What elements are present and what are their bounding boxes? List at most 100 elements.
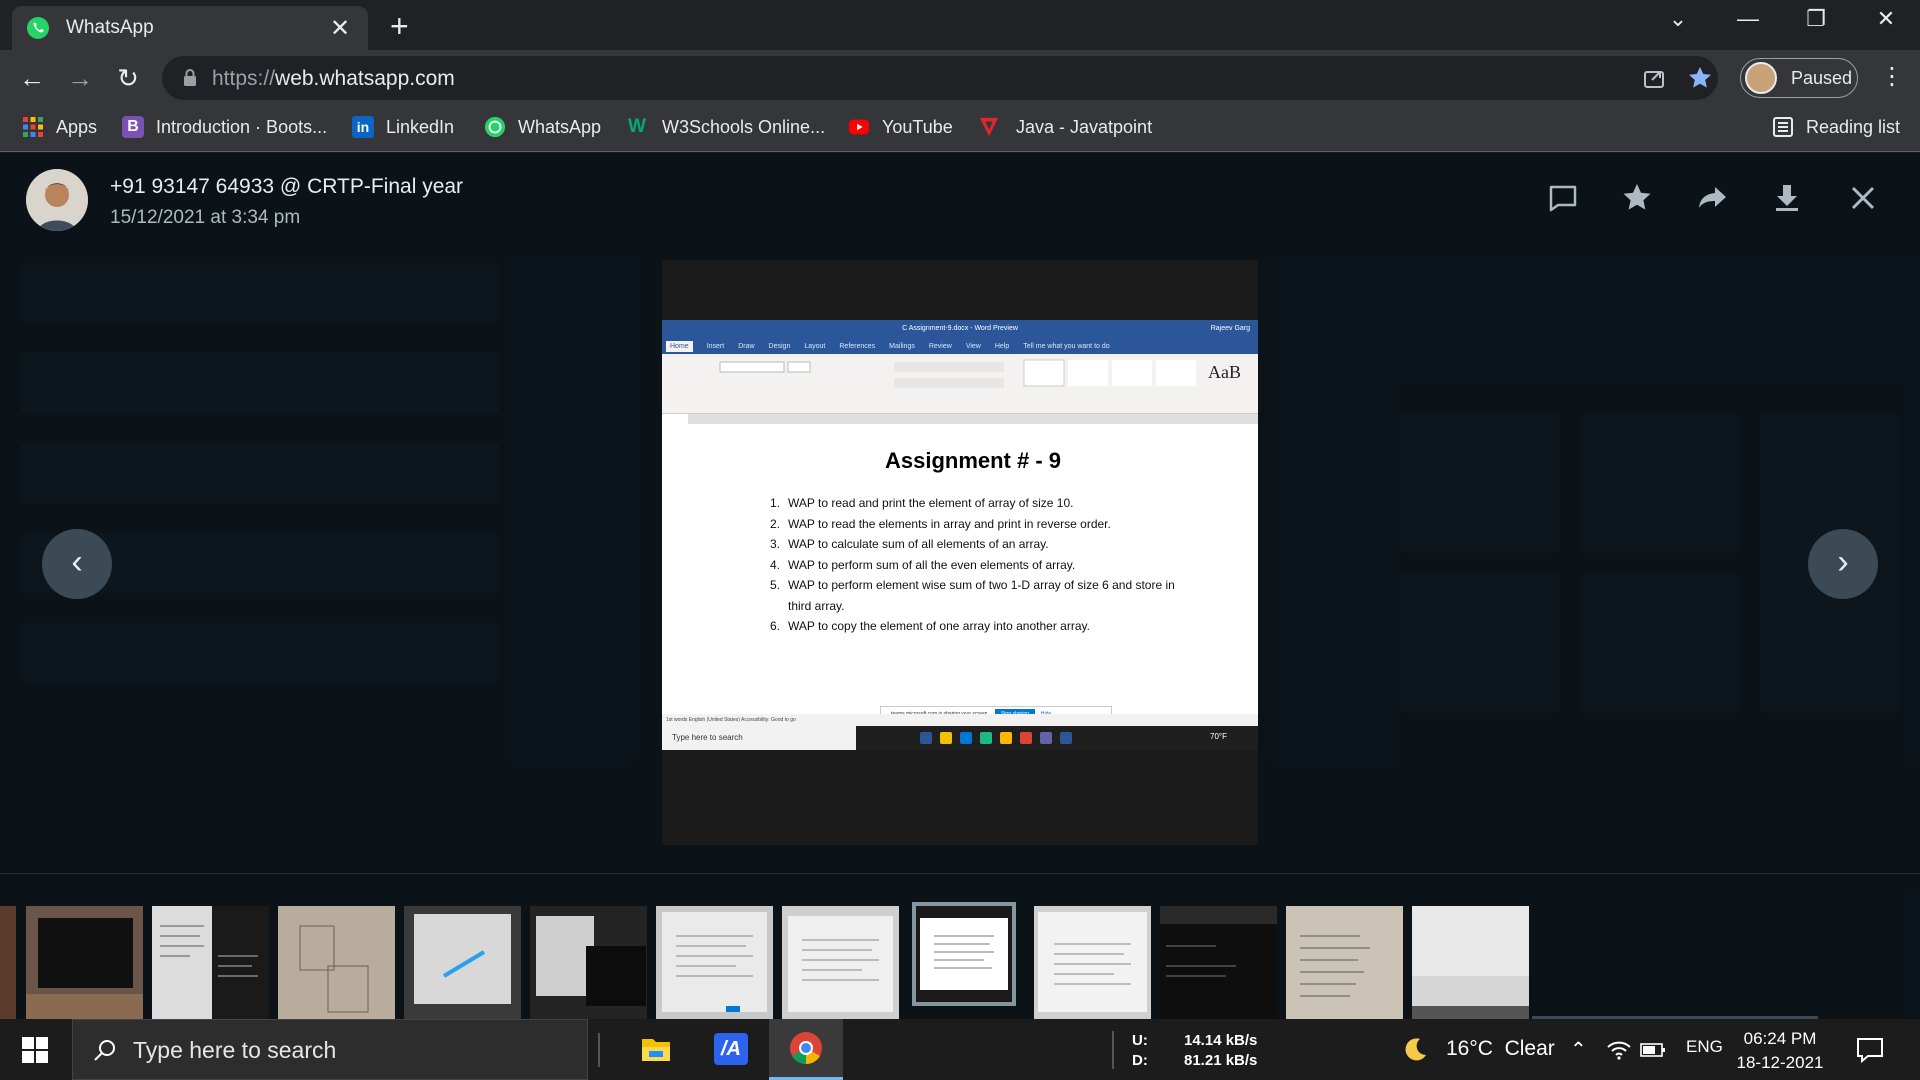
battery-icon[interactable] bbox=[1640, 1041, 1666, 1059]
bookmark-youtube[interactable]: YouTube bbox=[848, 116, 953, 138]
close-icon[interactable] bbox=[1846, 181, 1880, 215]
media-thumbnail[interactable] bbox=[782, 906, 899, 1023]
word-tab: Tell me what you want to do bbox=[1023, 342, 1110, 350]
file-explorer-app[interactable] bbox=[619, 1019, 693, 1080]
tab-search-chevron-icon[interactable]: ⌄ bbox=[1658, 6, 1698, 32]
taskbar-divider bbox=[598, 1033, 600, 1067]
network-speed-labels: U: D: bbox=[1132, 1032, 1148, 1069]
bookmark-label: Introduction · Boots... bbox=[156, 116, 328, 137]
previous-media-button[interactable]: ‹ bbox=[42, 529, 112, 599]
mail-app-icon bbox=[960, 732, 972, 744]
profile-button[interactable]: Paused bbox=[1740, 58, 1858, 98]
word-tab: Design bbox=[768, 342, 791, 350]
media-thumbnail[interactable] bbox=[278, 906, 395, 1023]
teams-app-icon bbox=[1040, 732, 1052, 744]
search-icon bbox=[94, 1040, 115, 1061]
chrome-icon bbox=[790, 1032, 822, 1065]
media-viewer: +91 93147 64933 @ CRTP-Final year 15/12/… bbox=[0, 153, 1920, 1023]
moon-icon bbox=[1405, 1038, 1426, 1061]
chrome-app-icon bbox=[1020, 732, 1032, 744]
word-tab: View bbox=[965, 342, 981, 350]
javatpoint-icon bbox=[979, 117, 999, 137]
bookmark-w3schools[interactable]: W W3Schools Online... bbox=[628, 116, 825, 138]
whatsapp-icon bbox=[484, 116, 506, 138]
media-thumbnail[interactable] bbox=[0, 906, 16, 1023]
ribbon-controls: AaB bbox=[719, 359, 1241, 388]
w3schools-icon: W bbox=[628, 116, 646, 137]
back-button[interactable]: ← bbox=[14, 60, 50, 96]
media-thumbnail[interactable] bbox=[26, 906, 143, 1023]
media-thumbnail[interactable] bbox=[1034, 906, 1151, 1023]
restore-button[interactable]: ❐ bbox=[1796, 6, 1836, 32]
next-media-button[interactable]: › bbox=[1808, 529, 1878, 599]
network-speed-values: 14.14 kB/s 81.21 kB/s bbox=[1184, 1032, 1258, 1069]
bookmarks-bar: Apps B Introduction · Boots... in Linked… bbox=[0, 106, 1920, 152]
windows-start-icon[interactable] bbox=[22, 1037, 48, 1063]
media-thumbnail[interactable] bbox=[1160, 906, 1277, 1023]
taskbar-search-box[interactable]: Type here to search bbox=[72, 1019, 588, 1080]
browser-menu-button[interactable]: ⋮ bbox=[1880, 62, 1904, 91]
share-icon[interactable] bbox=[1640, 64, 1668, 92]
language-indicator[interactable]: ENG bbox=[1686, 1037, 1723, 1057]
clock-date: 18-12-2021 bbox=[1736, 1053, 1824, 1072]
word-tab: Home bbox=[666, 340, 693, 352]
bookmark-javatpoint[interactable]: Java - Javatpoint bbox=[978, 116, 1152, 138]
word-app-icon bbox=[1060, 732, 1072, 744]
weather-widget[interactable]: 16°C Clear bbox=[1400, 1035, 1555, 1063]
word-tab: Help bbox=[994, 342, 1010, 350]
media-thumbnail[interactable] bbox=[1412, 906, 1529, 1023]
bookmark-linkedin[interactable]: in LinkedIn bbox=[352, 116, 454, 138]
svg-text:AaB: AaB bbox=[1208, 362, 1241, 382]
weather-text: 16°C Clear bbox=[1446, 1037, 1555, 1060]
inner-temperature: 70°F bbox=[1210, 732, 1227, 741]
reload-button[interactable]: ↻ bbox=[110, 60, 146, 96]
forward-button[interactable]: → bbox=[62, 60, 98, 96]
window-close-button[interactable]: ✕ bbox=[1866, 6, 1906, 32]
word-tab: Review bbox=[928, 342, 952, 350]
word-app-icon bbox=[920, 732, 932, 744]
media-thumbnail[interactable] bbox=[404, 906, 521, 1023]
reading-list-button[interactable]: Reading list bbox=[1772, 116, 1900, 138]
word-status-bar: 1st words English (United States) Access… bbox=[662, 714, 1258, 726]
search-placeholder: Type here to search bbox=[133, 1037, 337, 1063]
lock-icon bbox=[184, 69, 196, 86]
chrome-app[interactable] bbox=[769, 1019, 843, 1080]
bookmark-bootstrap[interactable]: B Introduction · Boots... bbox=[122, 116, 327, 138]
word-tab: Draw bbox=[738, 342, 755, 350]
address-bar[interactable]: https://web.whatsapp.com bbox=[162, 56, 1718, 100]
zoom-app[interactable]: /A bbox=[694, 1019, 768, 1080]
linkedin-icon: in bbox=[352, 116, 374, 138]
media-thumbnail[interactable] bbox=[1286, 906, 1403, 1023]
taskbar-divider bbox=[1112, 1031, 1114, 1069]
download-icon[interactable] bbox=[1770, 181, 1804, 215]
media-thumbnail[interactable] bbox=[152, 906, 269, 1023]
word-title-bar: C Assignment-9.docx - Word Preview Rajee… bbox=[662, 320, 1258, 338]
star-icon[interactable] bbox=[1620, 181, 1654, 215]
media-thumbnail[interactable] bbox=[530, 906, 647, 1023]
new-tab-button[interactable]: + bbox=[390, 8, 409, 45]
tab-whatsapp[interactable]: WhatsApp ✕ bbox=[12, 6, 368, 50]
media-image[interactable]: C Assignment-9.docx - Word Preview Rajee… bbox=[662, 320, 1258, 750]
media-thumbnail-selected[interactable] bbox=[912, 902, 1016, 1006]
taskbar-clock[interactable]: 06:24 PM 18-12-2021 bbox=[1728, 1027, 1832, 1075]
bookmark-star-icon[interactable] bbox=[1686, 64, 1714, 92]
sender-avatar[interactable] bbox=[26, 169, 88, 231]
list-item: third array. bbox=[788, 598, 845, 613]
bookmark-whatsapp[interactable]: WhatsApp bbox=[484, 116, 601, 138]
bookmark-apps[interactable]: Apps bbox=[22, 116, 97, 138]
minimize-button[interactable]: — bbox=[1728, 6, 1768, 32]
word-tab: Insert bbox=[706, 342, 725, 350]
word-ruler bbox=[688, 414, 1258, 424]
word-tab: Layout bbox=[804, 342, 826, 350]
tab-close-button[interactable]: ✕ bbox=[326, 14, 354, 43]
list-item: 5. WAP to perform element wise sum of two… bbox=[770, 578, 1175, 592]
notifications-icon[interactable] bbox=[1856, 1037, 1884, 1063]
app-logo-icon: /A bbox=[714, 1033, 748, 1065]
avatar-photo bbox=[26, 169, 88, 231]
reply-icon[interactable] bbox=[1546, 181, 1580, 215]
media-thumbnail[interactable] bbox=[656, 906, 773, 1023]
chevron-up-icon[interactable]: ⌃ bbox=[1570, 1037, 1587, 1062]
wifi-icon[interactable] bbox=[1606, 1039, 1632, 1061]
forward-icon[interactable] bbox=[1696, 181, 1730, 215]
word-user: Rajeev Garg bbox=[1210, 325, 1250, 332]
